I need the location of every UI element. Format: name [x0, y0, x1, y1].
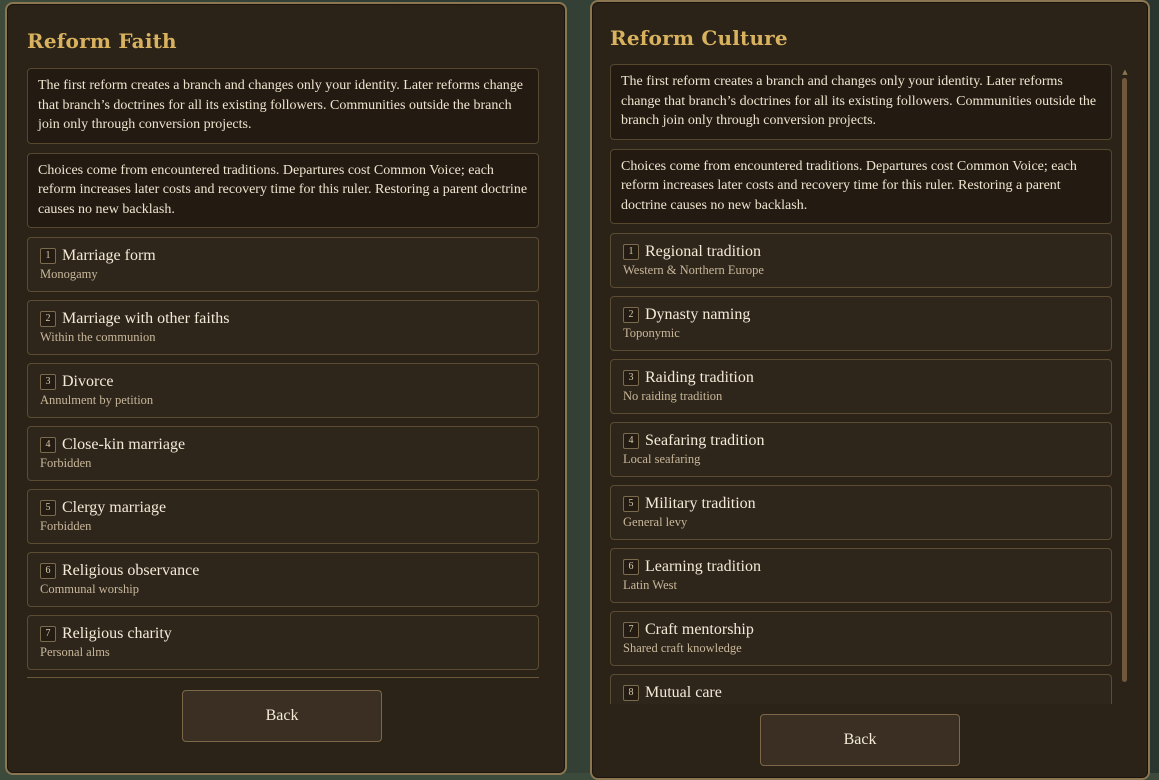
scrollbar[interactable]: ▲ — [1121, 68, 1129, 688]
option-close-kin-marriage[interactable]: 4 Close-kin marriage Forbidden — [27, 426, 539, 481]
option-title: Religious charity — [62, 625, 172, 642]
option-number: 3 — [623, 370, 639, 386]
option-value: Local seafaring — [623, 452, 701, 466]
option-number: 1 — [40, 248, 56, 264]
option-number: 5 — [40, 500, 56, 516]
option-clergy-marriage[interactable]: 5 Clergy marriage Forbidden — [27, 489, 539, 544]
option-title: Clergy marriage — [62, 499, 167, 516]
option-number: 1 — [623, 244, 639, 260]
option-value: Western & Northern Europe — [623, 263, 764, 277]
option-number: 4 — [40, 437, 56, 453]
reform-culture-panel: Reform Culture The first reform creates … — [590, 0, 1150, 780]
panel-title: Reform Culture — [610, 26, 788, 50]
option-value: Communal worship — [40, 582, 139, 596]
option-religious-charity[interactable]: 7 Religious charity Personal alms — [27, 615, 539, 670]
reform-faith-panel: Reform Faith The first reform creates a … — [5, 2, 567, 775]
option-number: 5 — [623, 496, 639, 512]
option-value: Forbidden — [40, 456, 92, 470]
option-number: 6 — [623, 559, 639, 575]
option-title: Mutual care — [645, 684, 722, 701]
option-marriage-other-faiths[interactable]: 2 Marriage with other faiths Within the c… — [27, 300, 539, 355]
option-title: Military tradition — [645, 495, 756, 512]
option-number: 7 — [623, 622, 639, 638]
info-box: The first reform creates a branch and ch… — [610, 64, 1112, 140]
culture-options-list[interactable]: The first reform creates a branch and ch… — [610, 64, 1112, 704]
option-number: 4 — [623, 433, 639, 449]
option-mutual-care[interactable]: 8 Mutual care — [610, 674, 1112, 704]
option-religious-observance[interactable]: 6 Religious observance Communal worship — [27, 552, 539, 607]
option-title: Regional tradition — [645, 243, 761, 260]
panel-title: Reform Faith — [27, 29, 177, 53]
option-marriage-form[interactable]: 1 Marriage form Monogamy — [27, 237, 539, 292]
option-title: Dynasty naming — [645, 306, 751, 323]
back-button[interactable]: Back — [760, 714, 960, 766]
option-raiding-tradition[interactable]: 3 Raiding tradition No raiding tradition — [610, 359, 1112, 414]
option-value: Within the communion — [40, 330, 156, 344]
option-value: Monogamy — [40, 267, 98, 281]
scroll-thumb[interactable] — [1122, 78, 1127, 682]
option-title: Religious observance — [62, 562, 200, 579]
option-value: Shared craft knowledge — [623, 641, 742, 655]
option-number: 8 — [623, 685, 639, 701]
option-number: 7 — [40, 626, 56, 642]
option-title: Learning tradition — [645, 558, 761, 575]
option-title: Divorce — [62, 373, 114, 390]
option-regional-tradition[interactable]: 1 Regional tradition Western & Northern E… — [610, 233, 1112, 288]
option-number: 2 — [623, 307, 639, 323]
option-divorce[interactable]: 3 Divorce Annulment by petition — [27, 363, 539, 418]
option-value: No raiding tradition — [623, 389, 723, 403]
info-box: The first reform creates a branch and ch… — [27, 68, 539, 144]
info-box: Choices come from encountered traditions… — [27, 152, 539, 228]
option-value: Toponymic — [623, 326, 680, 340]
scroll-up-icon[interactable]: ▲ — [1121, 68, 1129, 76]
info-box: Choices come from encountered traditions… — [610, 148, 1112, 224]
option-value: General levy — [623, 515, 688, 529]
option-dynasty-naming[interactable]: 2 Dynasty naming Toponymic — [610, 296, 1112, 351]
option-title: Raiding tradition — [645, 369, 754, 386]
divider — [27, 677, 539, 678]
option-value: Personal alms — [40, 645, 110, 659]
option-seafaring-tradition[interactable]: 4 Seafaring tradition Local seafaring — [610, 422, 1112, 477]
option-title: Craft mentorship — [645, 621, 754, 638]
faith-options-list[interactable]: The first reform creates a branch and ch… — [27, 68, 539, 678]
option-number: 6 — [40, 563, 56, 579]
option-title: Seafaring tradition — [645, 432, 765, 449]
option-number: 3 — [40, 374, 56, 390]
option-number: 2 — [40, 311, 56, 327]
option-value: Latin West — [623, 578, 677, 592]
back-button[interactable]: Back — [182, 690, 382, 742]
option-title: Marriage with other faiths — [62, 310, 230, 327]
option-learning-tradition[interactable]: 6 Learning tradition Latin West — [610, 548, 1112, 603]
option-craft-mentorship[interactable]: 7 Craft mentorship Shared craft knowledge — [610, 611, 1112, 666]
option-title: Marriage form — [62, 247, 156, 264]
option-value: Forbidden — [40, 519, 92, 533]
option-military-tradition[interactable]: 5 Military tradition General levy — [610, 485, 1112, 540]
option-title: Close-kin marriage — [62, 436, 186, 453]
option-value: Annulment by petition — [40, 393, 154, 407]
